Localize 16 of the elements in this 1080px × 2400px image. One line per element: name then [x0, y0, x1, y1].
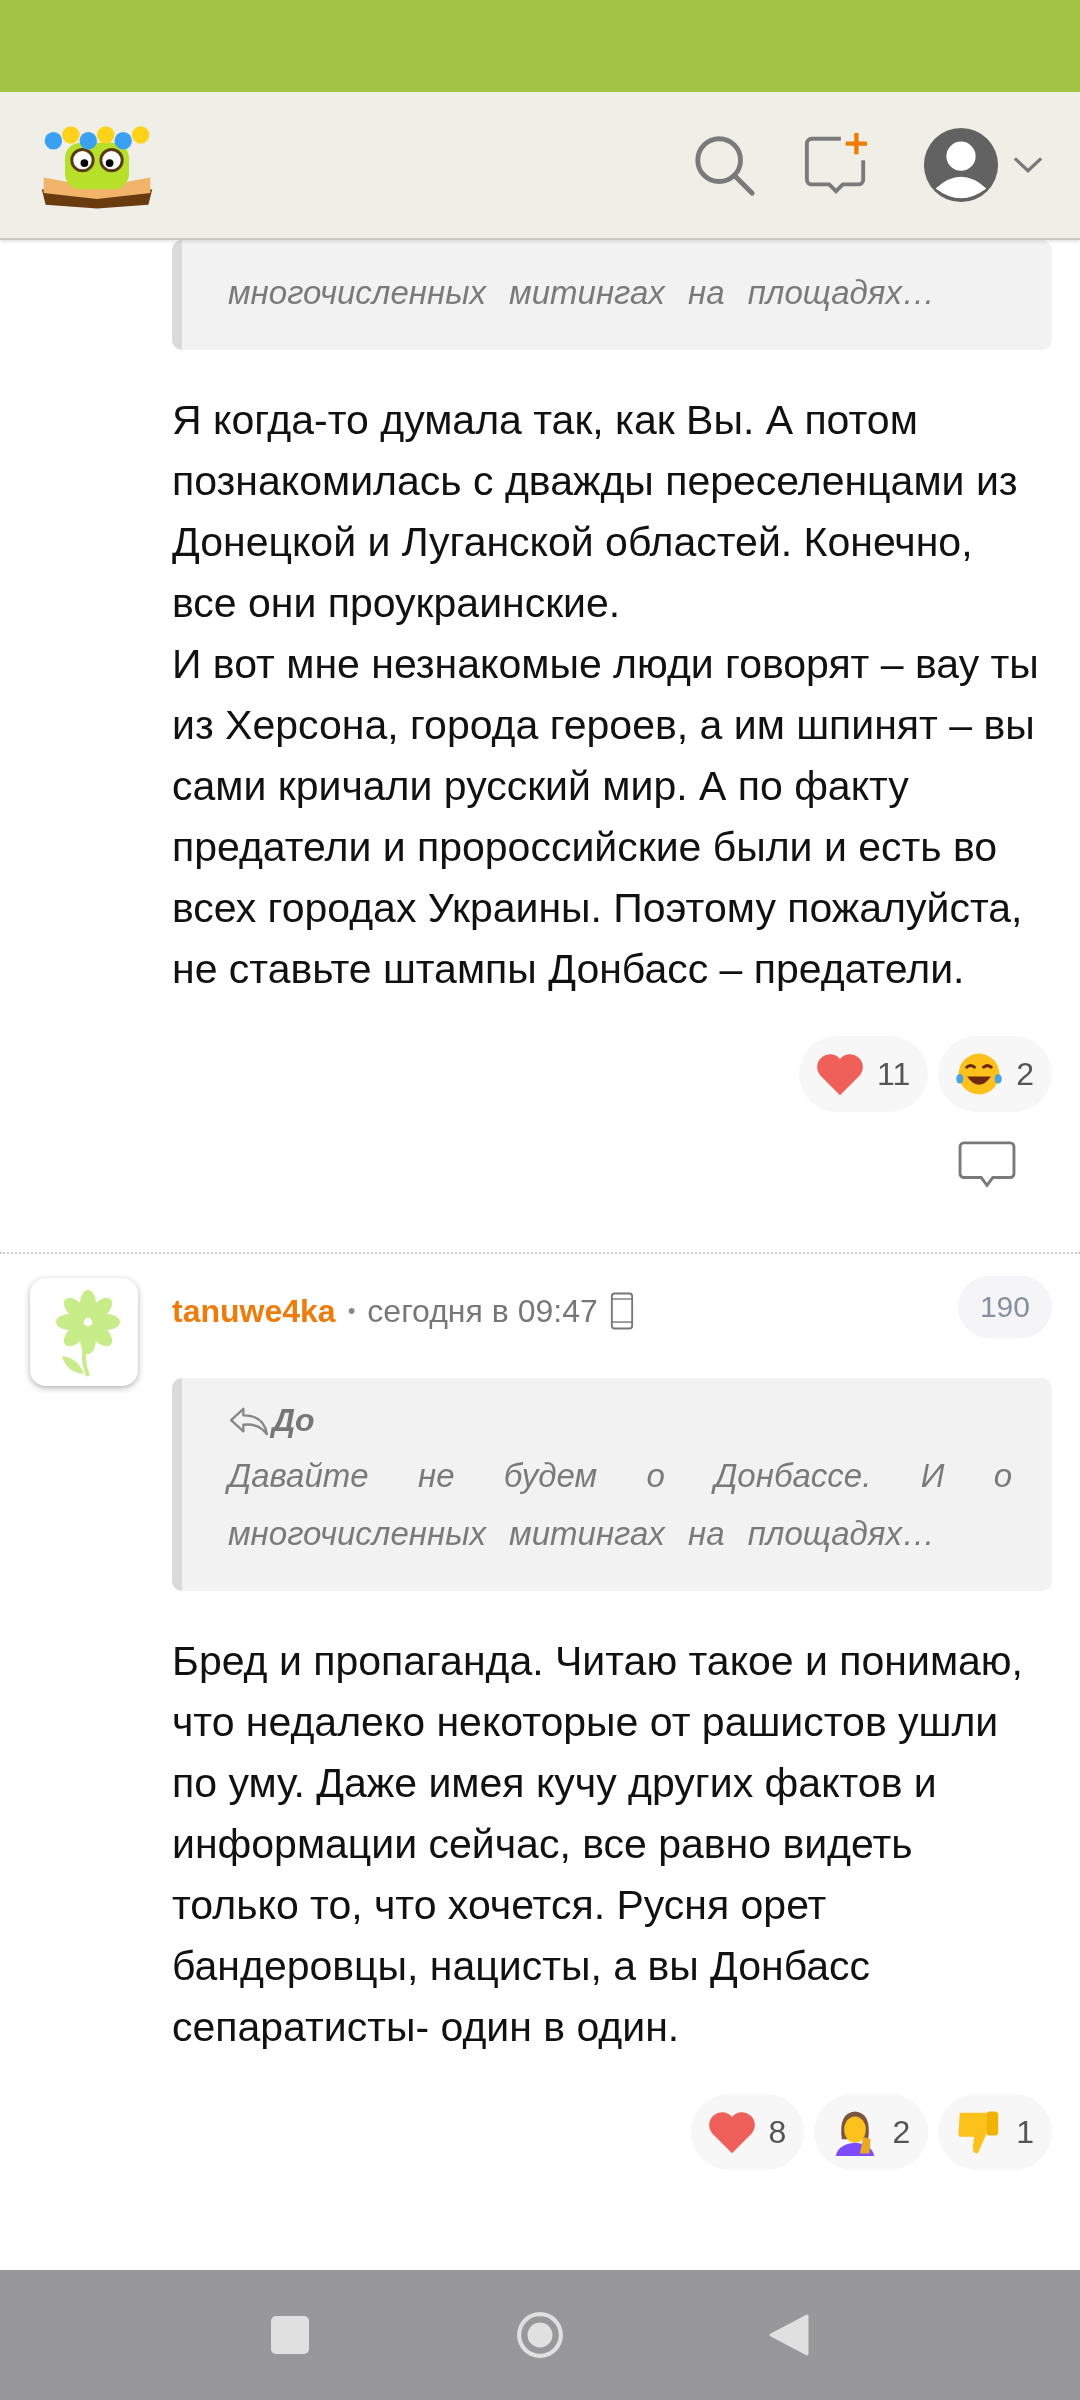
phone-icon [609, 1290, 634, 1332]
reaction-button[interactable]: 2 [938, 1036, 1052, 1112]
user-avatar-icon[interactable] [922, 126, 1000, 204]
caret-icon[interactable] [1012, 155, 1044, 175]
separator-dot: • [347, 1298, 356, 1324]
reaction-button[interactable]: 2 [814, 2094, 929, 2170]
reaction-button[interactable]: 1 [938, 2094, 1052, 2170]
reaction-button[interactable]: 11 [799, 1036, 929, 1112]
comment-number: 190 [957, 1276, 1052, 1338]
comment-text: И вот мне незнакомые люди говорят – вау ты из Херсона, города героев, а им шпинят – вы сами кричали русский мир. А по факту предатели и пророссийские были и есть во всех городах Украины. Поэтому пожалуйста, не ставьте штампы Донбасс – предатели. [172, 640, 1040, 994]
home-icon[interactable] [515, 2310, 565, 2360]
quote-text: многочисленных митингах на площадях… [228, 273, 936, 313]
comment-text: Бред и пропаганда. Читаю такое и понимаю, что недалеко некоторые от рашистов ушли по уму. Даже имея кучу других фактов и информации сейчас, все равно видеть только то, что хочется. Русня орет бандеровцы, нацисты, а вы Донбасс сепаратисты- один в один. [172, 1637, 1024, 2052]
comment-text: Я когда-то думала так, как Вы. А потом познакомилась с дважды переселенцами из Донецкой и Луганской областей. Конечно, все они проукраинские. [172, 396, 1019, 628]
reaction-button[interactable]: 8 [690, 2094, 805, 2170]
comment-time: сегодня в 09:47 [367, 1292, 598, 1330]
